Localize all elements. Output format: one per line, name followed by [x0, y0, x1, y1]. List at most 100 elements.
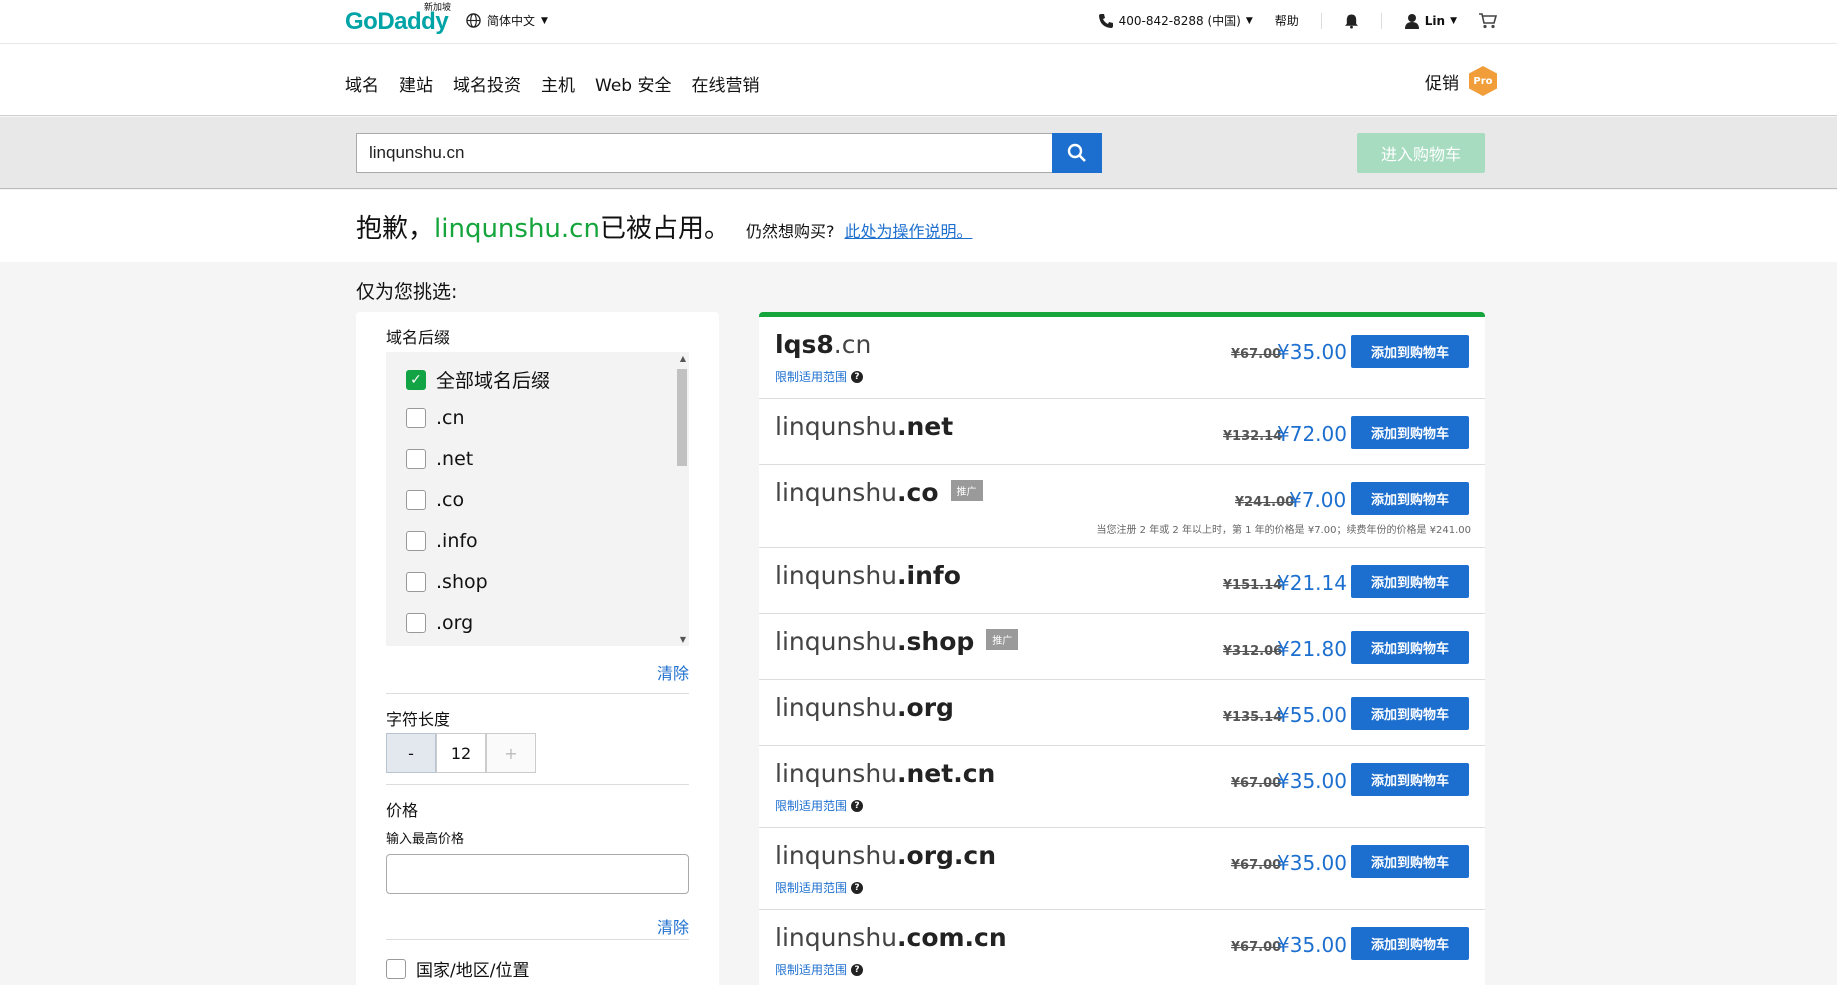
country-filter[interactable]: 国家/地区/位置: [386, 956, 529, 981]
notifications-button[interactable]: [1344, 13, 1359, 29]
search-icon: [1067, 143, 1086, 162]
checkbox-icon[interactable]: [406, 490, 426, 510]
tld-option-org[interactable]: .org: [406, 612, 473, 634]
globe-icon: [466, 13, 481, 28]
tld-option-cn[interactable]: .cn: [406, 407, 465, 429]
result-domain[interactable]: lqs8.cn: [775, 330, 871, 359]
length-value[interactable]: 12: [436, 733, 486, 773]
clear-price-button[interactable]: 清除: [657, 914, 689, 938]
restriction-link[interactable]: 限制适用范围?: [775, 797, 864, 814]
restriction-label: 限制适用范围: [775, 799, 848, 813]
checkbox-icon[interactable]: [406, 408, 426, 428]
result-row: linqunshu.org ¥135.14 ¥55.00 添加到购物车: [759, 680, 1485, 746]
tld-label: .net: [436, 448, 474, 470]
restriction-link[interactable]: 限制适用范围?: [775, 879, 864, 896]
checkbox-checked-icon[interactable]: ✓: [406, 369, 426, 390]
taken-domain: linqunshu.cn: [434, 214, 600, 244]
scroll-down-icon[interactable]: ▼: [680, 635, 686, 644]
instructions-link[interactable]: 此处为操作说明。: [844, 218, 972, 242]
tld-option-shop[interactable]: .shop: [406, 571, 488, 593]
user-name: Lin: [1424, 13, 1446, 28]
checkbox-icon[interactable]: [386, 958, 406, 979]
result-domain[interactable]: linqunshu.org.cn: [775, 841, 996, 870]
go-to-cart-button[interactable]: 进入购物车: [1357, 133, 1485, 173]
checkbox-icon[interactable]: [406, 449, 426, 469]
language-selector[interactable]: 简体中文 ▼: [466, 12, 548, 29]
tld-option-info[interactable]: .info: [406, 530, 478, 552]
domain-search-input[interactable]: [356, 133, 1053, 173]
question-icon[interactable]: ?: [851, 963, 864, 976]
nav-item-hosting[interactable]: 主机: [541, 71, 575, 96]
promo-tag: 推广: [950, 479, 983, 501]
question-icon[interactable]: ?: [851, 881, 864, 894]
result-domain[interactable]: linqunshu.net: [775, 412, 953, 441]
nav-item-web-security[interactable]: Web 安全: [595, 71, 671, 96]
sale-price: ¥35.00: [1277, 340, 1347, 364]
restriction-link[interactable]: 限制适用范围?: [775, 961, 864, 978]
checkbox-icon[interactable]: [406, 531, 426, 551]
top-bar: GoDaddy 新加坡 简体中文 ▼ 400-842-8288 (中国) ▼ 帮…: [0, 0, 1837, 44]
checkbox-icon[interactable]: [406, 613, 426, 633]
nav-item-website[interactable]: 建站: [399, 71, 433, 96]
length-stepper: - 12 +: [386, 733, 536, 773]
add-to-cart-button[interactable]: 添加到购物车: [1351, 763, 1469, 796]
domain-base: linqunshu: [775, 841, 898, 870]
add-to-cart-button[interactable]: 添加到购物车: [1351, 927, 1469, 960]
notice-prefix: 抱歉，: [356, 214, 435, 244]
result-domain[interactable]: linqunshu.net.cn: [775, 759, 995, 788]
result-domain[interactable]: linqunshu.info: [775, 561, 961, 590]
phone-menu[interactable]: 400-842-8288 (中国) ▼: [1098, 12, 1253, 29]
tld-option-net[interactable]: .net: [406, 448, 473, 470]
result-domain[interactable]: linqunshu.shop 推广: [775, 627, 1019, 656]
promo-label: 促销: [1425, 73, 1459, 94]
length-minus-button[interactable]: -: [386, 733, 436, 773]
question-icon[interactable]: ?: [851, 370, 864, 383]
add-to-cart-button[interactable]: 添加到购物车: [1351, 631, 1469, 664]
result-row: linqunshu.net ¥132.14 ¥72.00 添加到购物车: [759, 399, 1485, 465]
result-domain[interactable]: linqunshu.com.cn: [775, 923, 1007, 952]
restriction-label: 限制适用范围: [775, 370, 848, 384]
domain-tld: .cn: [833, 330, 872, 359]
tld-filter-title: 域名后缀: [386, 328, 451, 347]
add-to-cart-button[interactable]: 添加到购物车: [1351, 482, 1469, 515]
nav-item-domain-investing[interactable]: 域名投资: [453, 71, 521, 96]
add-to-cart-button[interactable]: 添加到购物车: [1351, 416, 1469, 449]
domain-tld: .info: [897, 561, 961, 590]
restriction-link[interactable]: 限制适用范围?: [775, 368, 864, 385]
nav-item-domains[interactable]: 域名: [345, 71, 379, 96]
search-button[interactable]: [1052, 133, 1102, 173]
clear-tld-button[interactable]: 清除: [657, 660, 689, 684]
domain-tld: .shop: [897, 627, 975, 656]
result-domain[interactable]: linqunshu.org: [775, 693, 954, 722]
account-menu[interactable]: Lin ▼: [1404, 13, 1457, 29]
add-to-cart-button[interactable]: 添加到购物车: [1351, 565, 1469, 598]
language-label: 简体中文: [487, 14, 536, 28]
domain-taken-notice: 抱歉， linqunshu.cn 已被占用。 仍然想购买? 此处为操作说明。: [0, 190, 1837, 262]
tld-label: .cn: [436, 407, 465, 429]
scroll-up-icon[interactable]: ▲: [680, 354, 686, 363]
nav-item-marketing[interactable]: 在线营销: [691, 71, 759, 96]
promo-link[interactable]: 促销 Pro: [1425, 66, 1497, 96]
length-plus-button[interactable]: +: [486, 733, 536, 773]
result-domain[interactable]: linqunshu.co 推广: [775, 478, 983, 507]
chevron-down-icon: ▼: [1450, 15, 1457, 26]
sale-price: ¥72.00: [1277, 422, 1347, 446]
scroll-thumb[interactable]: [677, 369, 687, 466]
original-price: ¥67.00: [1231, 940, 1282, 955]
picked-for-you-label: 仅为您挑选:: [356, 281, 458, 303]
question-icon[interactable]: ?: [851, 799, 864, 812]
tld-scrollbar[interactable]: ▲ ▼: [675, 352, 689, 646]
domain-tld: .net: [897, 412, 954, 441]
add-to-cart-button[interactable]: 添加到购物车: [1351, 845, 1469, 878]
checkbox-icon[interactable]: [406, 572, 426, 592]
max-price-input[interactable]: [386, 854, 689, 894]
nav-items: 域名 建站 域名投资 主机 Web 安全 在线营销: [345, 71, 759, 96]
tld-option-all[interactable]: ✓ 全部域名后缀: [406, 366, 550, 393]
cart-button[interactable]: [1479, 12, 1497, 29]
add-to-cart-button[interactable]: 添加到购物车: [1351, 335, 1469, 368]
sale-price: ¥35.00: [1277, 851, 1347, 875]
add-to-cart-button[interactable]: 添加到购物车: [1351, 697, 1469, 730]
tld-option-co[interactable]: .co: [406, 489, 464, 511]
help-link[interactable]: 帮助: [1275, 12, 1299, 29]
domain-base: linqunshu: [775, 478, 898, 507]
